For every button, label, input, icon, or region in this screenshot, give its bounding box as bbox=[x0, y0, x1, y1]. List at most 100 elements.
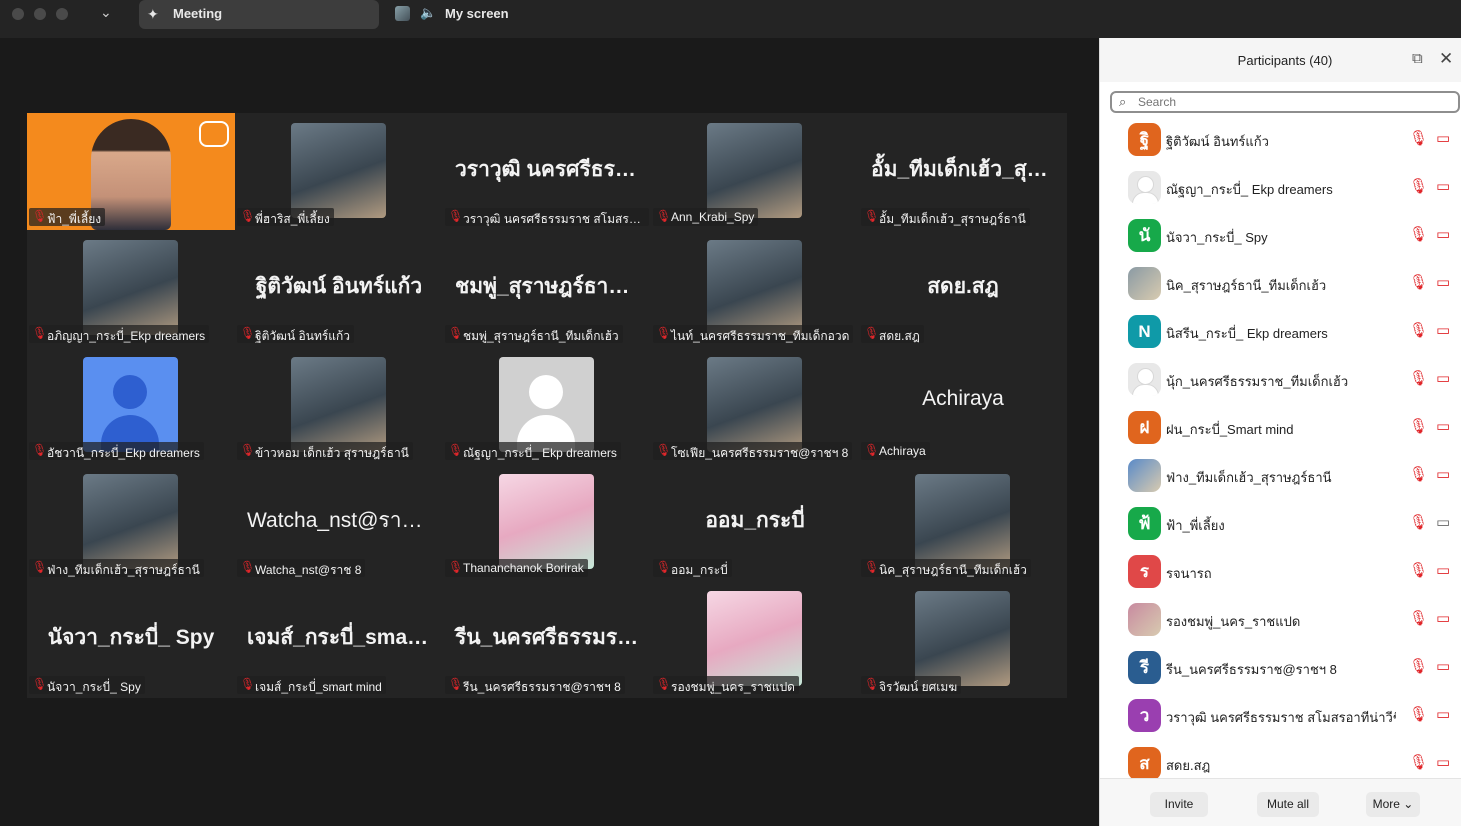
participant-list[interactable]: ฐิ ฐิติวัฒน์ อินทร์แก้ว 🎙 ▭ ณัฐญา_กระบี่_ Ek… bbox=[1100, 116, 1461, 778]
video-tile[interactable]: นัจวา_กระบี่_ Spy 🎙 นัจวา_กระบี่_ Spy bbox=[27, 581, 235, 698]
search-box[interactable]: ⌕ bbox=[1110, 91, 1460, 113]
video-tile[interactable]: 🎙 ฟ้า_พี่เลี้ยง bbox=[27, 113, 235, 230]
mic-muted-icon[interactable]: 🎙 bbox=[1409, 225, 1428, 243]
window-minimize-dot[interactable] bbox=[34, 8, 46, 20]
mic-muted-icon[interactable]: 🎙 bbox=[1409, 513, 1428, 531]
tab-meeting[interactable]: ✦ Meeting bbox=[139, 0, 379, 29]
mic-muted-icon[interactable]: 🎙 bbox=[1409, 177, 1428, 195]
mic-muted-icon[interactable]: 🎙 bbox=[1409, 657, 1428, 675]
mic-muted-icon[interactable]: 🎙 bbox=[1409, 129, 1428, 147]
mic-muted-icon: 🎙 bbox=[656, 560, 672, 574]
search-input[interactable] bbox=[1138, 94, 1448, 110]
tab-meeting-label: Meeting bbox=[173, 6, 223, 21]
window-zoom-dot[interactable] bbox=[56, 8, 68, 20]
participant-name: สดย.สฎ bbox=[1166, 758, 1211, 773]
mic-muted-icon[interactable]: 🎙 bbox=[1409, 753, 1428, 771]
camera-off-icon[interactable]: ▭ bbox=[1436, 465, 1450, 483]
video-tile[interactable]: ออม_กระบี่ 🎙 ออม_กระบี่ bbox=[651, 464, 859, 581]
participant-row[interactable]: ฟ่าง_ทีมเด็กเฮ้ว_สุราษฎร์ธานี 🎙 ▭ bbox=[1100, 452, 1461, 500]
window-close-dot[interactable] bbox=[12, 8, 24, 20]
participant-row[interactable]: ฟ้ ฟ้า_พี่เลี้ยง 🎙 ▭ bbox=[1100, 500, 1461, 548]
chevron-down-icon: ⌄ bbox=[1399, 797, 1414, 811]
mic-muted-icon[interactable]: 🎙 bbox=[1409, 321, 1428, 339]
mic-muted-icon[interactable]: 🎙 bbox=[1409, 561, 1428, 579]
participant-row[interactable]: ณัฐญา_กระบี่_ Ekp dreamers 🎙 ▭ bbox=[1100, 164, 1461, 212]
video-tile[interactable]: 🎙 จิรวัฒน์ ยศเมฆ bbox=[859, 581, 1067, 698]
participant-row[interactable]: รองชมพู่_นคร_ราชแปด 🎙 ▭ bbox=[1100, 596, 1461, 644]
participant-row[interactable]: ว วราวุฒิ นครศรีธรรมราช สโมสรอาทีน่าวีชี 🎙… bbox=[1100, 692, 1461, 740]
video-tile[interactable]: 🎙 อัชวานี_กระบี่_Ekp dreamers bbox=[27, 347, 235, 464]
video-tile[interactable]: 🎙 อภิญญา_กระบี่_Ekp dreamers bbox=[27, 230, 235, 347]
participant-row[interactable]: ฝ ฝน_กระบี่_Smart mind 🎙 ▭ bbox=[1100, 404, 1461, 452]
video-tile[interactable]: 🎙 พี่ฮาริส_พี่เลี้ยง bbox=[235, 113, 443, 230]
participant-row[interactable]: รี รีน_นครศรีธรรมราช@ราชฯ 8 🎙 ▭ bbox=[1100, 644, 1461, 692]
video-tile[interactable]: ฐิติวัฒน์ อินทร์แก้ว 🎙 ฐิติวัฒน์ อินทร์แก้… bbox=[235, 230, 443, 347]
participant-row[interactable]: นั นัจวา_กระบี่_ Spy 🎙 ▭ bbox=[1100, 212, 1461, 260]
video-tile[interactable]: 🎙 Thananchanok Borirak bbox=[443, 464, 651, 581]
profile-photo bbox=[83, 240, 178, 335]
participant-row[interactable]: ส สดย.สฎ 🎙 ▭ bbox=[1100, 740, 1461, 778]
avatar-photo bbox=[1128, 603, 1161, 636]
tile-name-label: 🎙 Watcha_nst@ราช 8 bbox=[237, 559, 366, 577]
mic-muted-icon[interactable]: 🎙 bbox=[1409, 609, 1428, 627]
my-screen-label[interactable]: My screen bbox=[445, 6, 509, 21]
mic-muted-icon[interactable]: 🎙 bbox=[1409, 273, 1428, 291]
camera-off-icon[interactable]: ▭ bbox=[1436, 753, 1450, 771]
mic-muted-icon: 🎙 bbox=[448, 326, 464, 340]
tile-display-name: อั้ม_ทีมเด็กเฮ้ว_สุรา... bbox=[871, 158, 1067, 181]
camera-on-icon[interactable]: ▭ bbox=[1436, 513, 1450, 531]
participant-row[interactable]: ร รจนารถ 🎙 ▭ bbox=[1100, 548, 1461, 596]
video-tile[interactable]: ชมพู่_สุราษฎร์ธานี_... 🎙 ชมพู่_สุราษฎร์ธาน… bbox=[443, 230, 651, 347]
camera-off-icon[interactable]: ▭ bbox=[1436, 129, 1450, 147]
participant-row[interactable]: N นิสรีน_กระบี่_ Ekp dreamers 🎙 ▭ bbox=[1100, 308, 1461, 356]
camera-off-icon[interactable]: ▭ bbox=[1436, 321, 1450, 339]
video-tile[interactable]: 🎙 Ann_Krabi_Spy bbox=[651, 113, 859, 230]
video-tile[interactable]: รีน_นครศรีธรรมรา... 🎙 รีน_นครศรีธรรมราช@รา… bbox=[443, 581, 651, 698]
video-tile[interactable]: 🎙 นิค_สุราษฎร์ธานี_ทีมเด็กเฮ้ว bbox=[859, 464, 1067, 581]
mic-muted-icon: 🎙 bbox=[864, 443, 880, 457]
close-icon[interactable]: ✕ bbox=[1439, 49, 1455, 68]
mic-muted-icon[interactable]: 🎙 bbox=[1409, 369, 1428, 387]
tile-name-label: 🎙 รองชมพู่_นคร_ราชแปด bbox=[653, 676, 799, 694]
mic-muted-icon: 🎙 bbox=[32, 443, 48, 457]
camera-off-icon[interactable]: ▭ bbox=[1436, 657, 1450, 675]
speaker-icon[interactable]: 🔈 bbox=[420, 5, 436, 21]
video-tile[interactable]: 🎙 ข้าวหอม เด็กเฮ้ว สุราษฎร์ธานี bbox=[235, 347, 443, 464]
video-tile[interactable]: 🎙 โซเฟีย_นครศรีธรรมราช@ราชฯ 8 bbox=[651, 347, 859, 464]
tile-name-text: นัจวา_กระบี่_ Spy bbox=[47, 680, 141, 694]
camera-off-icon[interactable]: ▭ bbox=[1436, 705, 1450, 723]
invite-button[interactable]: Invite bbox=[1150, 792, 1208, 817]
video-tile[interactable]: วราวุฒิ นครศรีธรร... 🎙 วราวุฒิ นครศรีธรรมร… bbox=[443, 113, 651, 230]
avatar-initial: N bbox=[1128, 315, 1161, 348]
video-tile[interactable]: เจมส์_กระบี่_smart... 🎙 เจมส์_กระบี่_smart… bbox=[235, 581, 443, 698]
video-tile[interactable]: สดย.สฎ 🎙 สดย.สฎ bbox=[859, 230, 1067, 347]
video-tile[interactable]: 🎙 ณัฐญา_กระบี่_ Ekp dreamers bbox=[443, 347, 651, 464]
participant-row[interactable]: นุ้ก_นครศรีธรรมราช_ทีมเด็กเฮ้ว 🎙 ▭ bbox=[1100, 356, 1461, 404]
video-tile[interactable]: 🎙 ฟ่าง_ทีมเด็กเฮ้ว_สุราษฎร์ธานี bbox=[27, 464, 235, 581]
tile-name-text: Achiraya bbox=[879, 444, 926, 458]
avatar-initial: ฟ้ bbox=[1128, 507, 1161, 540]
camera-off-icon[interactable]: ▭ bbox=[1436, 273, 1450, 291]
camera-off-icon[interactable]: ▭ bbox=[1436, 417, 1450, 435]
video-tile[interactable]: Watcha_nst@ราช 8 🎙 Watcha_nst@ราช 8 bbox=[235, 464, 443, 581]
chevron-down-icon[interactable]: ⌄ bbox=[100, 4, 112, 21]
mic-muted-icon[interactable]: 🎙 bbox=[1409, 417, 1428, 435]
camera-off-icon[interactable]: ▭ bbox=[1436, 561, 1450, 579]
meeting-stage: 🎙 ฟ้า_พี่เลี้ยง 🎙 พี่ฮาริส_พี่เลี้ยง วราวุฒิ… bbox=[0, 38, 1099, 826]
participant-row[interactable]: ฐิ ฐิติวัฒน์ อินทร์แก้ว 🎙 ▭ bbox=[1100, 116, 1461, 164]
mute-all-button[interactable]: Mute all bbox=[1257, 792, 1319, 817]
more-button[interactable]: More ⌄ bbox=[1366, 792, 1420, 817]
camera-off-icon[interactable]: ▭ bbox=[1436, 225, 1450, 243]
video-tile[interactable]: 🎙 ไนท์_นครศรีธรรมราช_ทีมเด็กอวด bbox=[651, 230, 859, 347]
video-tile[interactable]: อั้ม_ทีมเด็กเฮ้ว_สุรา... 🎙 อั้ม_ทีมเด็กเฮ้… bbox=[859, 113, 1067, 230]
camera-off-icon[interactable]: ▭ bbox=[1436, 369, 1450, 387]
video-tile[interactable]: 🎙 รองชมพู่_นคร_ราชแปด bbox=[651, 581, 859, 698]
participant-row[interactable]: นิค_สุราษฎร์ธานี_ทีมเด็กเฮ้ว 🎙 ▭ bbox=[1100, 260, 1461, 308]
mic-muted-icon[interactable]: 🎙 bbox=[1409, 705, 1428, 723]
video-tile[interactable]: Achiraya 🎙 Achiraya bbox=[859, 347, 1067, 464]
camera-off-icon[interactable]: ▭ bbox=[1436, 609, 1450, 627]
pop-out-icon[interactable]: ⧉ bbox=[1412, 50, 1428, 67]
avatar-initial: ร bbox=[1128, 555, 1161, 588]
mic-muted-icon[interactable]: 🎙 bbox=[1409, 465, 1428, 483]
camera-off-icon[interactable]: ▭ bbox=[1436, 177, 1450, 195]
